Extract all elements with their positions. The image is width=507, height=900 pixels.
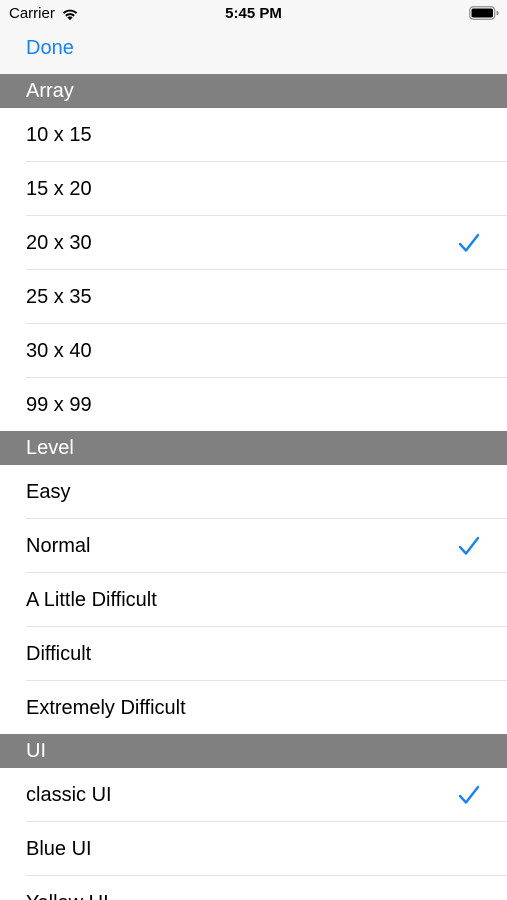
option-label: 99 x 99: [26, 394, 92, 416]
option-label: 20 x 30: [26, 232, 92, 254]
option-label: A Little Difficult: [26, 589, 157, 611]
option-label: 10 x 15: [26, 124, 92, 146]
battery-icon: [469, 6, 499, 20]
option-row-normal[interactable]: Normal: [0, 519, 507, 573]
option-row-30x40[interactable]: 30 x 40: [0, 324, 507, 378]
done-button[interactable]: Done: [26, 37, 74, 60]
section-header-array: Array: [0, 74, 507, 108]
option-row-20x30[interactable]: 20 x 30: [0, 216, 507, 270]
status-bar: Carrier 5:45 PM: [0, 0, 507, 28]
status-time: 5:45 PM: [225, 5, 282, 22]
option-row-classic-ui[interactable]: classic UI: [0, 768, 507, 822]
option-label: Blue UI: [26, 838, 92, 860]
option-label: Extremely Difficult: [26, 697, 186, 719]
option-row-99x99[interactable]: 99 x 99: [0, 378, 507, 432]
option-row-extremely-difficult[interactable]: Extremely Difficult: [0, 681, 507, 735]
option-row-15x20[interactable]: 15 x 20: [0, 162, 507, 216]
option-label: classic UI: [26, 784, 112, 806]
option-row-25x35[interactable]: 25 x 35: [0, 270, 507, 324]
option-row-yellow-ui[interactable]: Yellow UI: [0, 876, 507, 900]
option-label: 25 x 35: [26, 286, 92, 308]
navigation-bar: Done: [0, 28, 507, 74]
option-row-blue-ui[interactable]: Blue UI: [0, 822, 507, 876]
option-label: Difficult: [26, 643, 92, 665]
checkmark-icon: [458, 536, 480, 555]
section-header-level: Level: [0, 431, 507, 465]
option-label: 30 x 40: [26, 340, 92, 362]
option-label: Normal: [26, 535, 91, 557]
option-label: Easy: [26, 481, 71, 503]
option-row-easy[interactable]: Easy: [0, 465, 507, 519]
option-label: Yellow UI: [26, 876, 109, 900]
option-row-a-little-difficult[interactable]: A Little Difficult: [0, 573, 507, 627]
checkmark-icon: [458, 785, 480, 804]
checkmark-icon: [458, 233, 480, 252]
option-row-difficult[interactable]: Difficult: [0, 627, 507, 681]
option-row-10x15[interactable]: 10 x 15: [0, 108, 507, 162]
option-label: 15 x 20: [26, 178, 92, 200]
settings-screen: Carrier 5:45 PM Done Array 10 x 15 15 x …: [0, 0, 507, 900]
section-header-ui: UI: [0, 734, 507, 768]
